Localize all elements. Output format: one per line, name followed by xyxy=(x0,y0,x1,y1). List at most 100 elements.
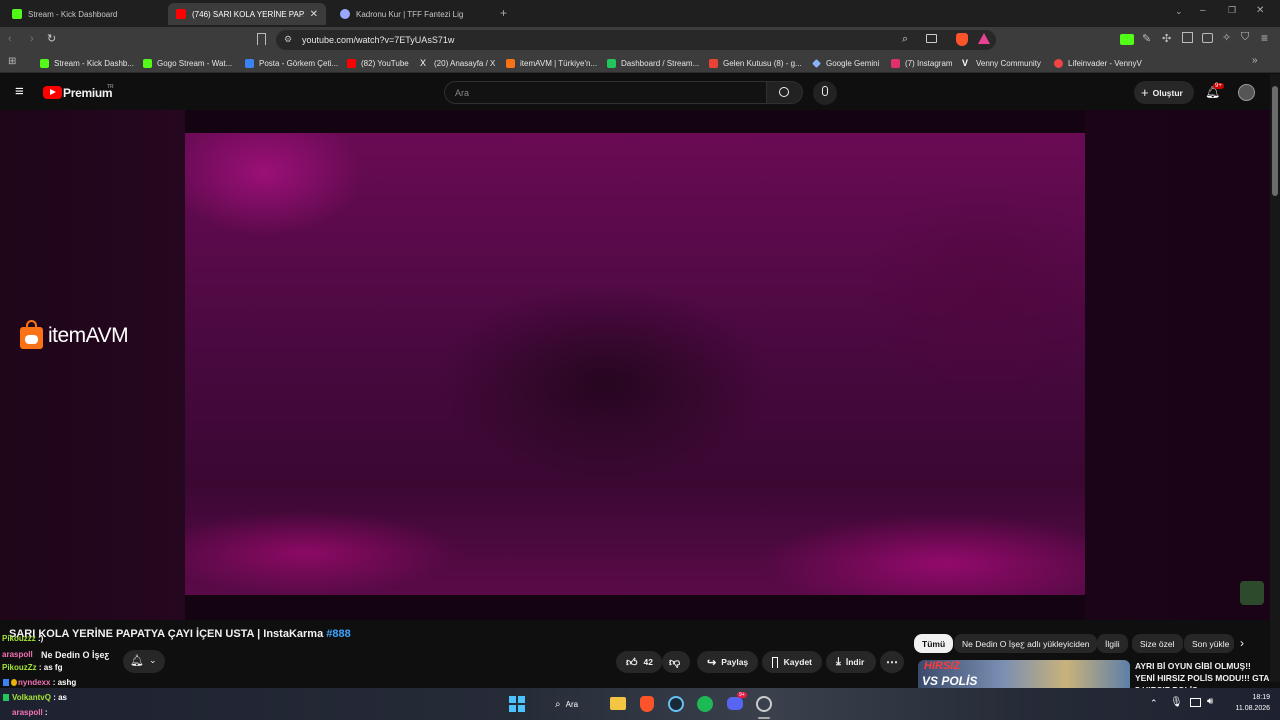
chip-all[interactable]: Tümü xyxy=(914,634,954,653)
tab-youtube-video[interactable]: (746) SARI KOLA YERİNE PAPATYA ✕ xyxy=(168,3,326,25)
x-icon: X xyxy=(420,57,427,68)
bookmark-item[interactable]: X (20) Anasayfa / X xyxy=(420,56,495,70)
channel-name[interactable]: Ne Dedin O İşeƹ xyxy=(41,650,109,660)
chip-uploader[interactable]: Ne Dedin O İşeƹ adlı yükleyiciden xyxy=(954,634,1098,653)
bookmark-item[interactable]: Stream - Kick Dashb... xyxy=(40,56,134,70)
more-actions-button[interactable]: ⋯ xyxy=(880,651,904,673)
plus-icon: + xyxy=(1141,85,1149,100)
bookmark-item[interactable]: Gelen Kutusu (8) - g... xyxy=(709,56,802,70)
leo-ai-icon[interactable]: ✧ xyxy=(1222,31,1231,44)
bookmark-icon[interactable] xyxy=(257,33,266,45)
discord-icon[interactable] xyxy=(727,697,743,710)
chip-related[interactable]: İlgili xyxy=(1097,634,1128,653)
close-window-icon[interactable]: ✕ xyxy=(1256,5,1264,16)
taskbar-search[interactable]: ⌕ Ara xyxy=(545,695,597,713)
search-button[interactable] xyxy=(767,81,803,104)
menu-icon[interactable]: ≡ xyxy=(1261,31,1268,45)
lifeinvader-icon xyxy=(1054,58,1063,68)
avatar[interactable] xyxy=(1238,84,1255,101)
wallet-icon[interactable] xyxy=(1202,33,1213,43)
omnibox[interactable]: ⚙ youtube.com/watch?v=7ETyUAsS71w ⌕ xyxy=(276,30,996,50)
back-icon[interactable]: ‹ xyxy=(8,33,12,45)
vpn-icon[interactable]: ⛉ xyxy=(1241,31,1249,44)
create-button[interactable]: + Oluştur xyxy=(1134,81,1194,104)
brave-browser-icon[interactable] xyxy=(640,696,654,712)
site-info-icon[interactable]: ⚙ xyxy=(284,34,292,45)
bookmark-item[interactable]: Posta - Görkem Çeti... xyxy=(245,56,338,70)
close-tab-icon[interactable]: ✕ xyxy=(304,9,318,20)
recommended-title[interactable]: AYRI Bİ OYUN GİBİ OLMUŞ!! YENİ HIRSIZ PO… xyxy=(1135,660,1270,688)
hashtag-link[interactable]: #888 xyxy=(326,628,350,640)
tab-kick-dashboard[interactable]: Stream - Kick Dashboard xyxy=(4,3,166,25)
bookmark-item[interactable]: Lifeinvader - VennyV xyxy=(1054,56,1142,70)
download-button[interactable]: ⤓ İndir xyxy=(826,651,876,673)
bookmark-item[interactable]: (82) YouTube xyxy=(347,56,409,70)
bookmark-item[interactable]: (7) Instagram xyxy=(891,56,953,70)
thumb-text: VS POLİS xyxy=(922,674,978,688)
tab-tff-fantezi[interactable]: Kadronu Kur | TFF Fantezi Lig xyxy=(332,3,492,25)
steam-icon[interactable] xyxy=(668,696,684,712)
new-tab-button[interactable]: + xyxy=(500,6,507,20)
tff-icon xyxy=(340,9,350,19)
bookmark-item[interactable]: itemAVM | Türkiye'n... xyxy=(506,56,597,70)
reload-icon[interactable]: ↻ xyxy=(47,32,56,45)
url-text[interactable]: youtube.com/watch?v=7ETyUAsS71w xyxy=(302,35,454,45)
zoom-icon[interactable]: ⌕ xyxy=(902,33,908,46)
save-button[interactable]: Kaydet xyxy=(762,651,822,673)
country-code: TR xyxy=(107,84,114,90)
file-explorer-icon[interactable] xyxy=(610,697,626,710)
youtube-logo-icon[interactable] xyxy=(43,86,62,99)
chat-message: PikouzZz : as fg xyxy=(2,663,63,672)
recommended-thumbnail[interactable]: HIRSIZ VS POLİS xyxy=(918,660,1130,688)
apps-grid-icon[interactable]: ⊞ xyxy=(8,56,16,67)
clock-date[interactable]: 11.08.2026 xyxy=(1220,705,1270,712)
search-input[interactable]: Ara xyxy=(444,81,767,104)
chip-for-you[interactable]: Size özel xyxy=(1132,634,1183,653)
bookmark-item[interactable]: Gogo Stream - Wat... xyxy=(143,56,232,70)
chevron-down-icon[interactable]: ⌄ xyxy=(1175,6,1183,17)
restore-icon[interactable]: ❐ xyxy=(1228,5,1236,16)
kick-extension-icon[interactable] xyxy=(1120,34,1134,45)
bookmark-item[interactable]: Dashboard / Stream... xyxy=(607,56,699,70)
tray-chevron-icon[interactable]: ⌃ xyxy=(1150,698,1158,709)
puzzle-icon[interactable]: ✣ xyxy=(1162,32,1171,45)
page-scrollbar[interactable] xyxy=(1270,74,1280,682)
monitor-icon[interactable] xyxy=(1190,698,1201,707)
microphone-icon[interactable]: 🎙︎ xyxy=(1170,697,1183,708)
like-button[interactable]: 👍︎ 42 xyxy=(616,651,662,673)
sidebar-icon[interactable] xyxy=(1182,32,1193,43)
extension-icon[interactable]: ✎ xyxy=(1142,32,1151,45)
tab-title: (746) SARI KOLA YERİNE PAPATYA xyxy=(192,9,304,19)
dislike-button[interactable]: 👎︎ xyxy=(662,651,690,673)
channel-watermark[interactable] xyxy=(1240,581,1264,605)
letterbox-bottom xyxy=(185,595,1085,620)
clock-time[interactable]: 18:19 xyxy=(1240,694,1270,701)
spotify-icon[interactable] xyxy=(697,696,713,712)
badge-icon xyxy=(3,679,9,686)
more-bookmarks-icon[interactable]: » xyxy=(1252,55,1258,66)
kick-icon xyxy=(143,58,152,68)
thumb-text: HIRSIZ xyxy=(924,660,961,672)
brave-rewards-icon[interactable] xyxy=(978,33,990,44)
browser-tab-strip: Stream - Kick Dashboard (746) SARI KOLA … xyxy=(0,0,1280,27)
badge-icon xyxy=(3,694,9,701)
bookmark-item[interactable]: V Venny Community xyxy=(962,56,1041,70)
windows-start-icon[interactable] xyxy=(509,696,525,712)
bookmark-item[interactable]: Google Gemini xyxy=(812,56,879,70)
premium-logo-text[interactable]: Premium xyxy=(63,86,113,100)
forward-icon[interactable]: › xyxy=(30,33,34,45)
volume-icon[interactable]: 🔊︎ xyxy=(1207,696,1213,707)
brave-shield-icon[interactable] xyxy=(956,33,968,46)
obs-icon[interactable] xyxy=(756,696,772,712)
chip-recent[interactable]: Son yükle xyxy=(1184,634,1234,653)
chevron-right-icon[interactable]: › xyxy=(1240,636,1244,650)
voice-search-button[interactable] xyxy=(813,81,837,105)
video-frame[interactable] xyxy=(185,133,1085,595)
share-button[interactable]: ↪ Paylaş xyxy=(697,651,758,673)
cast-icon[interactable] xyxy=(926,34,937,43)
minimize-icon[interactable]: – xyxy=(1200,5,1206,16)
scrollbar-thumb[interactable] xyxy=(1272,86,1278,196)
subscribe-bell-button[interactable]: 🔔︎ ⌄ xyxy=(123,650,165,673)
hamburger-menu-icon[interactable]: ≡ xyxy=(15,84,24,99)
search-icon: ⌕ xyxy=(555,698,561,710)
